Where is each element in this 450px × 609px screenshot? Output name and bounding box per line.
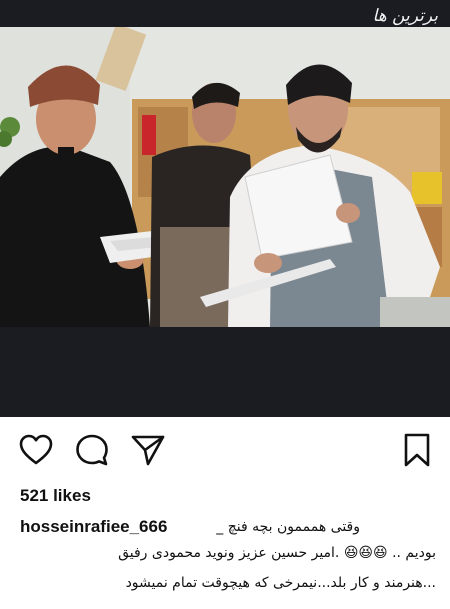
heart-icon[interactable] (18, 432, 54, 468)
bookmark-icon[interactable] (399, 432, 435, 468)
caption-line-2: بودیم .. 😆😆😆 .امیر حسین عزیز ونوید محمود… (118, 545, 436, 561)
photo-scene (0, 27, 450, 327)
caption-line-3: ...هنرمند و کار بلد...نیمرخی که هیچوقت ت… (125, 575, 436, 591)
photo-bottom-band (0, 327, 450, 417)
speech-bubble-icon[interactable] (74, 432, 110, 468)
likes-count[interactable]: 521 likes (20, 486, 91, 506)
post-photo[interactable] (0, 27, 450, 327)
action-bar (0, 430, 450, 470)
username-link[interactable]: hosseinrafiee_666 (20, 517, 167, 537)
paper-plane-icon[interactable] (130, 432, 166, 468)
caption-line-1: وقتی همممون بچه فنچ _ (216, 519, 360, 535)
instagram-post: برترین ها 521 likes hosseinrafiee_666 وق… (0, 0, 450, 609)
watermark-logo: برترین ها (372, 6, 438, 26)
top-band: برترین ها (0, 0, 450, 27)
